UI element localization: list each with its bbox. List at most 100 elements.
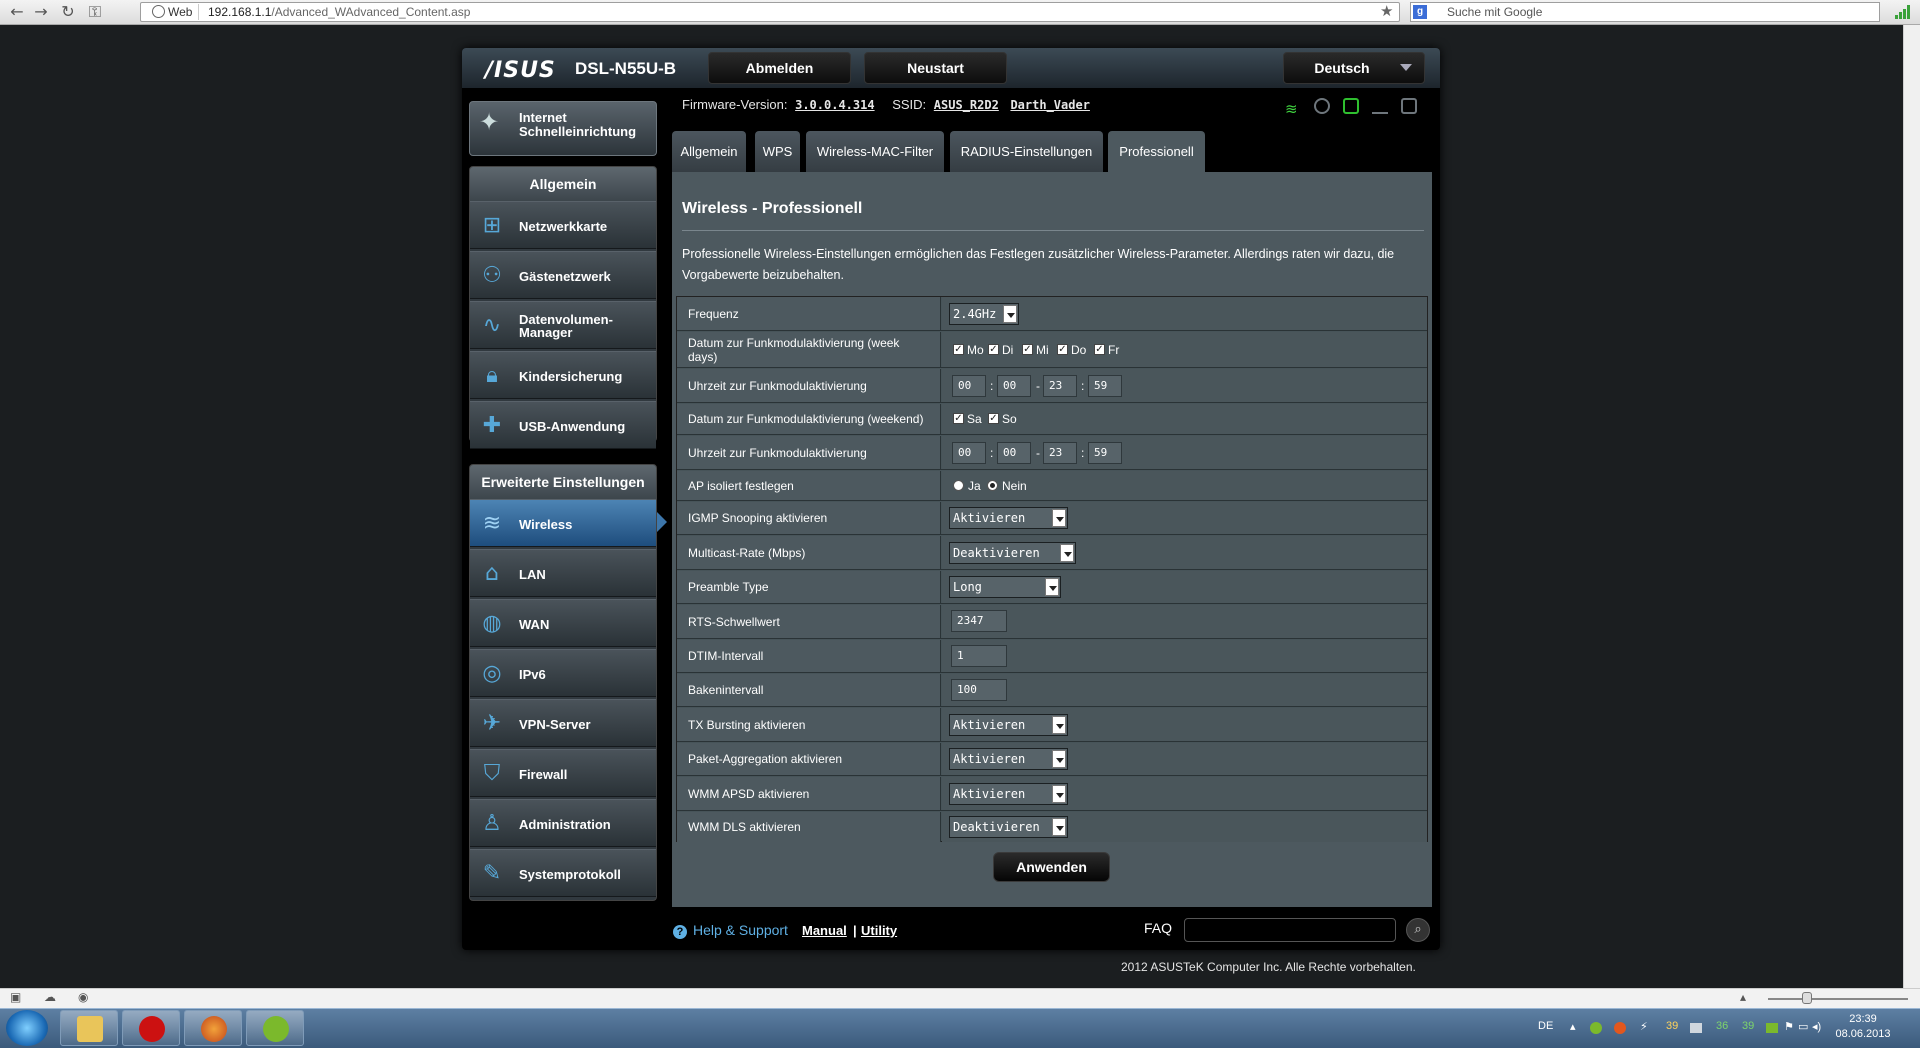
weekday-start-hour-input[interactable]: 00 bbox=[952, 375, 986, 397]
sidebar-item-guest-network[interactable]: ⚇ Gästenetzwerk bbox=[470, 251, 656, 299]
folder-icon bbox=[77, 1016, 103, 1042]
tab-radius[interactable]: RADIUS-Einstellungen bbox=[950, 131, 1103, 172]
url-text[interactable]: 192.168.1.1/Advanced_WAdvanced_Content.a… bbox=[208, 4, 470, 20]
cloud-icon[interactable]: ☁ bbox=[44, 990, 56, 1004]
faq-search-input[interactable] bbox=[1184, 918, 1396, 942]
reload-icon[interactable]: ↻ bbox=[57, 2, 79, 22]
lan-status-icon[interactable] bbox=[1343, 98, 1359, 114]
tab-mac-filter[interactable]: Wireless-MAC-Filter bbox=[806, 131, 944, 172]
weekday-end-minute-input[interactable]: 59 bbox=[1088, 375, 1122, 397]
key-icon[interactable]: ⚿ bbox=[84, 2, 106, 22]
explorer-taskbar-button[interactable] bbox=[60, 1010, 118, 1046]
firmware-link[interactable]: 3.0.0.4.314 bbox=[795, 98, 874, 112]
forward-icon[interactable]: → bbox=[30, 2, 52, 22]
aggregation-select[interactable]: Aktivieren bbox=[949, 748, 1068, 770]
wifi-status-icon[interactable]: ≋ bbox=[1285, 101, 1301, 117]
spotify-tray-icon[interactable] bbox=[1590, 1022, 1602, 1034]
sidebar-item-lan[interactable]: ⌂ LAN bbox=[470, 549, 656, 597]
sidebar-item-traffic-manager[interactable]: ∿ Datenvolumen-Manager bbox=[470, 301, 656, 349]
radio-ap-no[interactable] bbox=[987, 480, 998, 491]
speed-dial-icon[interactable]: ◉ bbox=[78, 990, 88, 1004]
weekend-start-hour-input[interactable]: 00 bbox=[952, 442, 986, 464]
wmm-dls-select[interactable]: Deaktivieren bbox=[949, 816, 1068, 838]
weekday-end-hour-input[interactable]: 23 bbox=[1043, 375, 1077, 397]
ssid-link-2[interactable]: Darth_Vader bbox=[1010, 98, 1089, 112]
tab-general[interactable]: Allgemein bbox=[672, 131, 746, 172]
weekday-start-minute-input[interactable]: 00 bbox=[997, 375, 1031, 397]
sidebar-item-firewall[interactable]: ⛉ Firewall bbox=[470, 749, 656, 797]
search-icon[interactable]: ⌕ bbox=[1406, 918, 1430, 942]
sidebar-item-wan[interactable]: ◍ WAN bbox=[470, 599, 656, 647]
zoom-up-icon[interactable]: ▴ bbox=[1740, 990, 1746, 1004]
keyboard-language[interactable]: DE bbox=[1538, 1020, 1553, 1032]
manual-link[interactable]: Manual bbox=[802, 923, 847, 938]
utility-link[interactable]: Utility bbox=[861, 923, 897, 938]
row-weekday-time: Uhrzeit zur Funkmodulaktivierung 00 : 00… bbox=[677, 369, 1427, 403]
tab-wps[interactable]: WPS bbox=[755, 131, 800, 172]
bookmark-star-icon[interactable]: ★ bbox=[1380, 2, 1393, 20]
tx-bursting-select[interactable]: Aktivieren bbox=[949, 714, 1068, 736]
preamble-select[interactable]: Long bbox=[949, 576, 1061, 598]
sidebar-item-parental-control[interactable]: 🔒︎ Kindersicherung bbox=[470, 351, 656, 399]
weekend-end-hour-input[interactable]: 23 bbox=[1043, 442, 1077, 464]
row-tx-bursting: TX Bursting aktivieren Aktivieren bbox=[677, 708, 1427, 742]
ssid-link-1[interactable]: ASUS_R2D2 bbox=[934, 98, 999, 112]
zoom-slider-track[interactable] bbox=[1768, 998, 1908, 1000]
firefox-tray-icon[interactable] bbox=[1614, 1022, 1626, 1034]
tab-professional[interactable]: Professionell bbox=[1108, 131, 1205, 172]
tray-expand-icon[interactable]: ▴ bbox=[1570, 1020, 1576, 1033]
sidebar-item-administration[interactable]: ♙ Administration bbox=[470, 799, 656, 847]
display-tray-icon[interactable]: ▭ bbox=[1798, 1020, 1808, 1033]
usb-icon[interactable] bbox=[1372, 98, 1388, 114]
start-button[interactable] bbox=[6, 1010, 48, 1046]
sidebar-item-vpn-server[interactable]: ✈ VPN-Server bbox=[470, 699, 656, 747]
beacon-input[interactable]: 100 bbox=[951, 679, 1007, 701]
site-info-button[interactable]: Web bbox=[148, 4, 200, 20]
sidebar-item-ipv6[interactable]: ◎ IPv6 bbox=[470, 649, 656, 697]
sidebar-item-system-log[interactable]: ✎ Systemprotokoll bbox=[470, 849, 656, 897]
weekend-start-minute-input[interactable]: 00 bbox=[997, 442, 1031, 464]
sidebar-item-usb-application[interactable]: ✚ USB-Anwendung bbox=[470, 401, 656, 449]
back-icon[interactable]: ← bbox=[6, 2, 28, 22]
flag-tray-icon[interactable]: ⚑ bbox=[1784, 1020, 1794, 1033]
checkbox-di[interactable]: ✓ bbox=[988, 344, 999, 355]
dtim-input[interactable]: 1 bbox=[951, 645, 1007, 667]
panel-icon[interactable]: ▣ bbox=[10, 990, 21, 1004]
checkbox-do[interactable]: ✓ bbox=[1057, 344, 1068, 355]
checkbox-mo[interactable]: ✓ bbox=[953, 344, 964, 355]
weekend-end-minute-input[interactable]: 59 bbox=[1088, 442, 1122, 464]
clients-icon[interactable] bbox=[1314, 98, 1330, 114]
page-scrollbar[interactable] bbox=[1903, 25, 1920, 990]
apply-button[interactable]: Anwenden bbox=[993, 852, 1110, 882]
status-icons: ≋ bbox=[1285, 98, 1430, 117]
logout-button[interactable]: Abmelden bbox=[708, 52, 851, 84]
volume-icon[interactable]: ◂) bbox=[1812, 1020, 1821, 1033]
zoom-slider-handle[interactable] bbox=[1802, 992, 1812, 1004]
network-tray-icon[interactable]: ⚡ bbox=[1640, 1020, 1648, 1033]
sidebar-item-wireless[interactable]: ≋ Wireless bbox=[470, 499, 656, 547]
checkbox-sa[interactable]: ✓ bbox=[953, 413, 964, 424]
sidebar-item-network-map[interactable]: ⊞ Netzwerkkarte bbox=[470, 201, 656, 249]
firmware-line: Firmware-Version: 3.0.0.4.314 SSID: ASUS… bbox=[682, 97, 1090, 112]
printer-icon[interactable] bbox=[1401, 98, 1417, 114]
checkbox-fr[interactable]: ✓ bbox=[1094, 344, 1105, 355]
frequency-select[interactable]: 2.4GHz bbox=[949, 303, 1019, 325]
nvidia-tray-icon[interactable] bbox=[1766, 1023, 1778, 1033]
rts-input[interactable]: 2347 bbox=[951, 610, 1007, 632]
spotify-taskbar-button[interactable] bbox=[246, 1010, 304, 1046]
checkbox-so[interactable]: ✓ bbox=[988, 413, 999, 424]
row-igmp: IGMP Snooping aktivieren Aktivieren bbox=[677, 502, 1427, 535]
checkbox-mi[interactable]: ✓ bbox=[1022, 344, 1033, 355]
reboot-button[interactable]: Neustart bbox=[864, 52, 1007, 84]
google-icon[interactable]: g bbox=[1413, 5, 1427, 19]
opera-taskbar-button[interactable] bbox=[122, 1010, 180, 1046]
wmm-apsd-select[interactable]: Aktivieren bbox=[949, 783, 1068, 805]
taskbar-clock[interactable]: 23:39 08.06.2013 bbox=[1828, 1012, 1898, 1042]
radio-ap-yes[interactable] bbox=[953, 480, 964, 491]
igmp-select[interactable]: Aktivieren bbox=[949, 507, 1068, 529]
firefox-taskbar-button[interactable] bbox=[184, 1010, 242, 1046]
help-support-link[interactable]: ? Help & Support bbox=[673, 922, 788, 939]
spotify-icon bbox=[263, 1016, 289, 1042]
multicast-select[interactable]: Deaktivieren bbox=[949, 542, 1076, 564]
monitor-tray-icon[interactable] bbox=[1690, 1023, 1702, 1033]
